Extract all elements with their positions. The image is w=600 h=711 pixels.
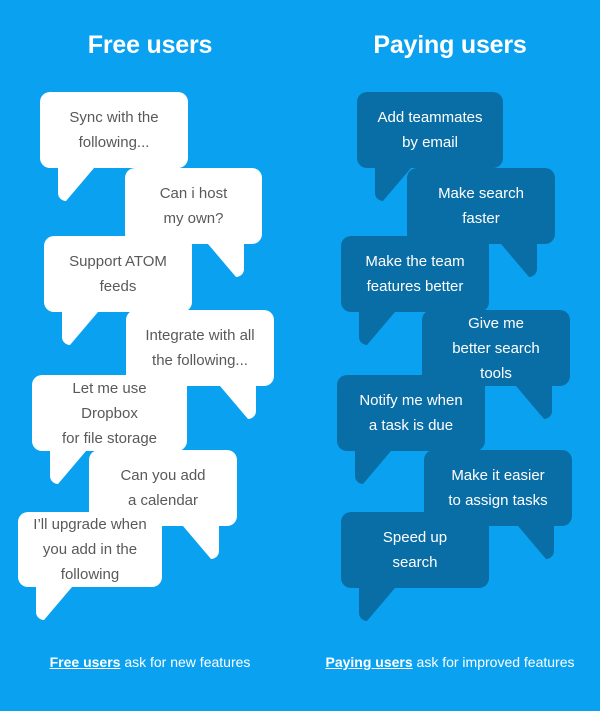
free-user-bubble-7: I’ll upgrade when you add in the followi…: [18, 512, 162, 620]
paying-user-bubble-5-label: Notify me when a task is due: [359, 392, 463, 434]
column-title-paying-users: Paying users: [373, 31, 527, 59]
free-user-bubble-2: Can i host my own?: [125, 168, 262, 277]
footnote-paying-users: Paying users ask for improved features: [300, 652, 600, 672]
paying-user-bubble-3: Make the team features better: [341, 236, 489, 345]
footnote-paying-users-rest: ask for improved features: [412, 654, 575, 670]
footnote-paying-users-emphasis: Paying users: [325, 654, 413, 670]
paying-user-bubble-1: Add teammates by email: [357, 92, 503, 201]
free-user-bubble-1-label: Sync with the following...: [69, 109, 159, 151]
footnote-free-users-emphasis: Free users: [49, 654, 121, 670]
free-user-bubble-3-label: Support ATOM feeds: [69, 253, 167, 295]
paying-user-bubble-3-label: Make the team features better: [365, 253, 465, 295]
free-user-bubble-5: Let me use Dropbox for file storage: [32, 375, 187, 484]
infographic-canvas: Free users Paying users Sync with the fo…: [0, 0, 600, 711]
paying-user-bubble-1-label: Add teammates by email: [377, 109, 483, 151]
free-user-bubble-7-label: I’ll upgrade when you add in the followi…: [33, 516, 147, 583]
paying-user-bubble-5: Notify me when a task is due: [337, 375, 485, 484]
footnote-free-users: Free users ask for new features: [0, 652, 300, 672]
paying-user-bubble-2: Make search faster: [407, 168, 555, 277]
column-title-free-users: Free users: [87, 31, 213, 59]
paying-user-bubble-7: Speed up search: [341, 512, 489, 621]
footnote-free-users-rest: ask for new features: [120, 654, 251, 670]
free-user-bubble-1: Sync with the following...: [40, 92, 188, 201]
free-user-bubble-2-label: Can i host my own?: [159, 185, 228, 227]
free-user-bubble-5-label: Let me use Dropbox for file storage: [61, 379, 158, 447]
paying-user-bubble-2-label: Make search faster: [438, 185, 524, 227]
paying-user-bubble-7-label: Speed up search: [382, 529, 448, 571]
free-user-bubble-3: Support ATOM feeds: [44, 236, 192, 345]
